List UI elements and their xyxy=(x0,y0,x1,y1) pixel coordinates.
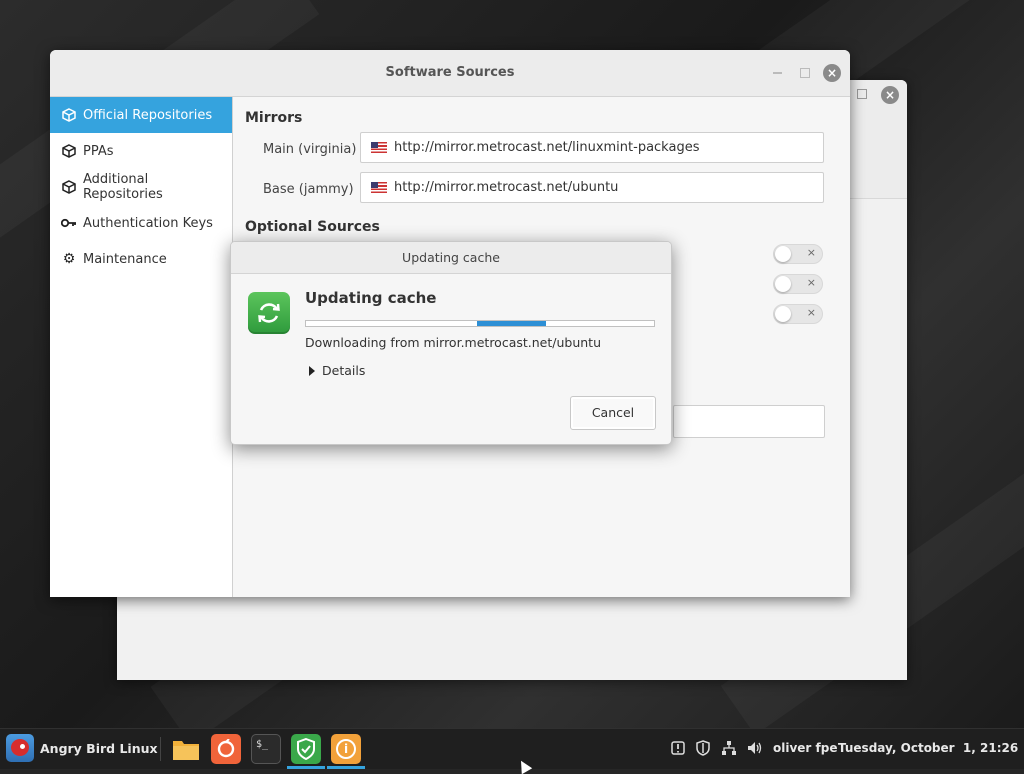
optional-source-toggle[interactable]: × xyxy=(773,274,823,294)
details-label: Details xyxy=(322,363,366,378)
optional-sources-title: Optional Sources xyxy=(245,219,380,235)
updating-cache-dialog: Updating cache Updating cache Downloadin… xyxy=(230,241,672,445)
dialog-title: Updating cache xyxy=(231,242,671,274)
minimize-icon[interactable] xyxy=(773,72,782,74)
us-flag-icon xyxy=(371,142,387,153)
firefox-icon[interactable] xyxy=(211,734,241,764)
main-mirror-url: http://mirror.metrocast.net/linuxmint-pa… xyxy=(394,140,700,155)
taskbar: Angry Bird Linux $_ i oliver fpe Tuesday… xyxy=(0,728,1024,769)
package-icon xyxy=(61,143,77,159)
files-icon[interactable] xyxy=(171,734,201,764)
maximize-icon[interactable] xyxy=(857,89,867,99)
sidebar-item-label: Additional Repositories xyxy=(82,172,163,202)
base-mirror-url: http://mirror.metrocast.net/ubuntu xyxy=(394,180,619,195)
base-mirror-field[interactable]: http://mirror.metrocast.net/ubuntu xyxy=(360,172,824,203)
dialog-heading: Updating cache xyxy=(305,289,437,307)
close-icon[interactable]: × xyxy=(823,64,841,82)
cancel-button[interactable]: Cancel xyxy=(570,396,656,430)
sidebar: Official Repositories PPAs Additional Re… xyxy=(50,97,233,597)
gear-icon: ⚙ xyxy=(62,251,76,267)
terminal-glyph: $_ xyxy=(256,739,269,750)
dialog-status: Downloading from mirror.metrocast.net/ub… xyxy=(305,335,601,350)
toggle-knob xyxy=(775,306,791,322)
source-code-field[interactable] xyxy=(673,405,825,438)
menu-button[interactable]: Angry Bird Linux xyxy=(6,734,158,762)
menu-label: Angry Bird Linux xyxy=(40,740,158,756)
window-titlebar: Software Sources × xyxy=(50,50,850,97)
sidebar-item-maintenance[interactable]: ⚙ Maintenance xyxy=(50,241,232,277)
network-icon[interactable] xyxy=(720,739,738,757)
package-icon xyxy=(61,107,77,123)
toggle-knob xyxy=(775,246,791,262)
main-mirror-field[interactable]: http://mirror.metrocast.net/linuxmint-pa… xyxy=(360,132,824,163)
maximize-icon[interactable] xyxy=(800,68,810,78)
package-icon xyxy=(61,179,77,195)
refresh-icon xyxy=(248,292,290,334)
shield-tray-icon[interactable] xyxy=(694,739,712,757)
sidebar-item-ppas[interactable]: PPAs xyxy=(50,133,232,169)
close-icon[interactable]: × xyxy=(881,86,899,104)
sidebar-item-authentication-keys[interactable]: Authentication Keys xyxy=(50,205,232,241)
sidebar-item-label: Maintenance xyxy=(83,251,167,267)
angry-bird-logo-icon xyxy=(6,734,34,762)
us-flag-icon xyxy=(371,182,387,193)
sidebar-item-label: Authentication Keys xyxy=(83,215,213,231)
toggle-off-icon: × xyxy=(806,276,816,289)
optional-source-toggle[interactable]: × xyxy=(773,304,823,324)
mirrors-title: Mirrors xyxy=(245,110,303,126)
notification-icon[interactable] xyxy=(669,739,687,757)
info-icon[interactable]: i xyxy=(327,734,365,769)
toggle-knob xyxy=(775,276,791,292)
sidebar-item-label: Official Repositories xyxy=(83,107,213,123)
volume-icon[interactable] xyxy=(746,739,764,757)
user-name[interactable]: oliver fpe xyxy=(773,741,837,755)
sidebar-item-additional-repositories[interactable]: Additional Repositories xyxy=(50,169,232,205)
details-expander[interactable]: Details xyxy=(309,363,365,378)
key-icon xyxy=(61,215,77,231)
progress-bar xyxy=(305,320,655,327)
toggle-off-icon: × xyxy=(806,246,816,259)
terminal-icon[interactable]: $_ xyxy=(251,734,281,764)
clock[interactable]: Tuesday, October 1, 21:26 xyxy=(838,741,1018,755)
progress-fill xyxy=(476,321,547,326)
expand-arrow-icon xyxy=(309,365,315,376)
main-mirror-label: Main (virginia) xyxy=(263,142,357,157)
optional-source-toggle[interactable]: × xyxy=(773,244,823,264)
taskbar-divider xyxy=(160,737,161,761)
base-mirror-label: Base (jammy) xyxy=(263,182,354,197)
sidebar-item-label: PPAs xyxy=(83,143,114,159)
info-glyph: i xyxy=(336,739,356,759)
shield-icon[interactable] xyxy=(287,734,325,769)
sidebar-item-official-repositories[interactable]: Official Repositories xyxy=(50,97,232,133)
toggle-off-icon: × xyxy=(806,306,816,319)
window-title: Software Sources xyxy=(385,65,515,80)
